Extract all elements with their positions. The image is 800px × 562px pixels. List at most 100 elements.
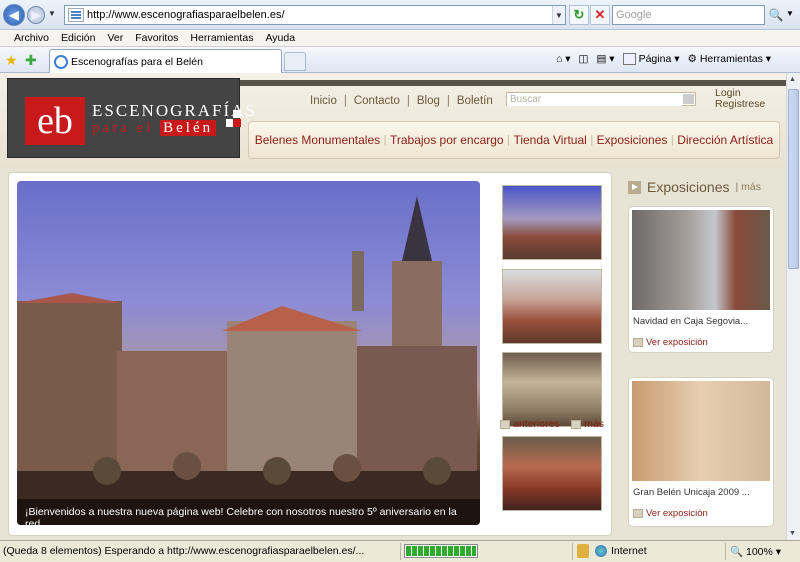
page-viewport: eb ESCENOGRAFÍAS para el Belén Inicio | C… <box>0 73 786 540</box>
featured-panel: ¡Bienvenidos a nuestra nueva página web!… <box>8 172 612 536</box>
search-icon: 🔍 <box>768 8 784 22</box>
site-logo[interactable]: eb ESCENOGRAFÍAS para el Belén <box>7 78 255 158</box>
hero-image[interactable]: ¡Bienvenidos a nuestra nueva página web!… <box>17 181 480 525</box>
view-exhibition-link[interactable]: Ver exposición <box>633 337 708 348</box>
arrow-left-icon: ◀ <box>9 8 19 22</box>
view-exhibition-label: Ver exposición <box>646 508 708 519</box>
zoom-icon: 🔍 <box>730 546 744 558</box>
nav-tienda-virtual[interactable]: Tienda Virtual <box>513 133 586 147</box>
search-input[interactable] <box>613 6 764 24</box>
new-tab-button[interactable] <box>284 52 306 71</box>
loading-progress-bar <box>404 544 478 558</box>
thumbs-previous-link[interactable]: anteriores <box>500 418 560 430</box>
scrollbar-thumb[interactable] <box>788 89 799 269</box>
exhibition-card[interactable]: Navidad en Caja Segovia... Ver exposició… <box>628 206 774 353</box>
feeds-button[interactable]: ◫ <box>579 53 589 65</box>
logo-square <box>233 119 241 127</box>
nav-blog[interactable]: Blog <box>417 95 440 107</box>
favorites-star-icon[interactable]: ★ <box>5 52 18 69</box>
site-search-field[interactable] <box>506 92 696 106</box>
home-icon: ⌂ <box>556 53 563 65</box>
thumbnail-1[interactable] <box>502 185 602 260</box>
exhibitions-heading: Exposiciones | más <box>628 179 761 195</box>
add-favorite-icon[interactable]: ✚ <box>25 52 37 69</box>
search-field[interactable] <box>612 5 765 25</box>
arrow-right-icon <box>633 509 643 518</box>
header-bar <box>240 80 786 86</box>
site-search-button[interactable] <box>683 94 694 104</box>
vertical-scrollbar[interactable]: ▲ ▼ <box>786 73 800 540</box>
history-dropdown-button[interactable]: ▼ <box>48 9 56 18</box>
search-options-dropdown[interactable]: ▼ <box>786 9 794 18</box>
logo-mark: eb <box>25 97 85 145</box>
security-lock-icon[interactable] <box>577 544 589 558</box>
menu-herramientas[interactable]: Herramientas <box>190 32 253 44</box>
stop-button[interactable]: ✕ <box>590 5 610 25</box>
view-exhibition-link[interactable]: Ver exposición <box>633 508 708 519</box>
zoom-control[interactable]: 🔍 100% ▾ <box>730 545 781 559</box>
printer-icon: ▤ <box>596 53 607 65</box>
nav-boletin[interactable]: Boletín <box>457 95 493 107</box>
thumbnail-strip <box>495 181 602 537</box>
home-button[interactable]: ⌂ ▾ <box>556 53 571 65</box>
url-input[interactable] <box>87 7 552 23</box>
status-bar: (Queda 8 elementos) Esperando a http://w… <box>0 540 800 562</box>
nav-belenes-monumentales[interactable]: Belenes Monumentales <box>255 133 380 147</box>
page-menu-label: Página <box>638 53 672 65</box>
zoom-level: 100% <box>746 545 773 558</box>
top-navigation: Inicio | Contacto | Blog | Boletín <box>310 95 493 107</box>
nativity-scene-image <box>17 196 480 525</box>
tools-menu-button[interactable]: ⚙ Herramientas ▾ <box>688 53 772 65</box>
menu-edicion[interactable]: Edición <box>61 32 95 44</box>
exhibition-card[interactable]: Gran Belén Unicaja 2009 ... Ver exposici… <box>628 377 774 527</box>
address-toolbar: ◀ ▶ ▼ ▼ ↻ ✕ 🔍 ▼ <box>0 0 800 30</box>
menu-favoritos[interactable]: Favoritos <box>135 32 178 44</box>
nav-contacto[interactable]: Contacto <box>354 95 400 107</box>
register-link[interactable]: Registrese <box>715 99 765 110</box>
security-zone[interactable]: Internet <box>595 545 647 557</box>
ie-icon <box>54 54 68 69</box>
thumbnail-4[interactable] <box>502 436 602 511</box>
logo-text-para: para el <box>92 120 154 136</box>
thumbs-next-label: más <box>584 418 604 430</box>
site-header: eb ESCENOGRAFÍAS para el Belén Inicio | C… <box>0 73 786 168</box>
exhibitions-more-link[interactable]: | más <box>736 181 762 193</box>
progress-fill <box>406 546 476 556</box>
menu-archivo[interactable]: Archivo <box>14 32 49 44</box>
tab-active[interactable]: Escenografías para el Belén <box>49 49 282 73</box>
url-dropdown-button[interactable]: ▼ <box>552 6 565 24</box>
view-exhibition-label: Ver exposición <box>646 337 708 348</box>
exhibition-image[interactable] <box>632 381 770 481</box>
exhibition-title[interactable]: Gran Belén Unicaja 2009 ... <box>633 487 750 498</box>
search-button[interactable]: 🔍 <box>767 5 785 25</box>
account-links: Login Registrese <box>715 88 765 110</box>
address-field[interactable]: ▼ <box>64 5 566 25</box>
page-menu-button[interactable]: Página ▾ <box>622 53 680 65</box>
site-search-input[interactable] <box>507 93 682 106</box>
scroll-down-icon[interactable]: ▼ <box>789 530 796 537</box>
exhibition-title[interactable]: Navidad en Caja Segovia... <box>633 316 748 327</box>
exhibition-image[interactable] <box>632 210 770 310</box>
thumbnail-3[interactable] <box>502 352 602 427</box>
play-icon <box>628 180 641 194</box>
nav-exposiciones[interactable]: Exposiciones <box>597 133 668 147</box>
menu-ayuda[interactable]: Ayuda <box>265 32 295 44</box>
scroll-up-icon[interactable]: ▲ <box>789 76 796 83</box>
nav-trabajos-encargo[interactable]: Trabajos por encargo <box>390 133 504 147</box>
arrow-right-icon <box>571 419 582 429</box>
refresh-icon: ↻ <box>573 7 585 22</box>
print-button[interactable]: ▤ ▾ <box>596 53 614 65</box>
logo-square <box>233 110 241 118</box>
thumbs-next-link[interactable]: más <box>571 418 604 430</box>
menu-ver[interactable]: Ver <box>107 32 123 44</box>
menu-bar: Archivo Edición Ver Favoritos Herramient… <box>0 30 800 47</box>
command-bar: ⌂ ▾ ◫ ▤ ▾ Página ▾ ⚙ Herramientas ▾ <box>552 50 775 68</box>
back-button[interactable]: ◀ <box>3 4 25 26</box>
nav-direccion-artistica[interactable]: Dirección Artística <box>677 133 773 147</box>
globe-icon <box>595 545 607 557</box>
forward-button[interactable]: ▶ <box>27 6 45 24</box>
refresh-button[interactable]: ↻ <box>569 5 589 25</box>
thumbnail-navigation: anteriores más <box>500 418 604 430</box>
nav-inicio[interactable]: Inicio <box>310 95 337 107</box>
thumbnail-2[interactable] <box>502 269 602 344</box>
